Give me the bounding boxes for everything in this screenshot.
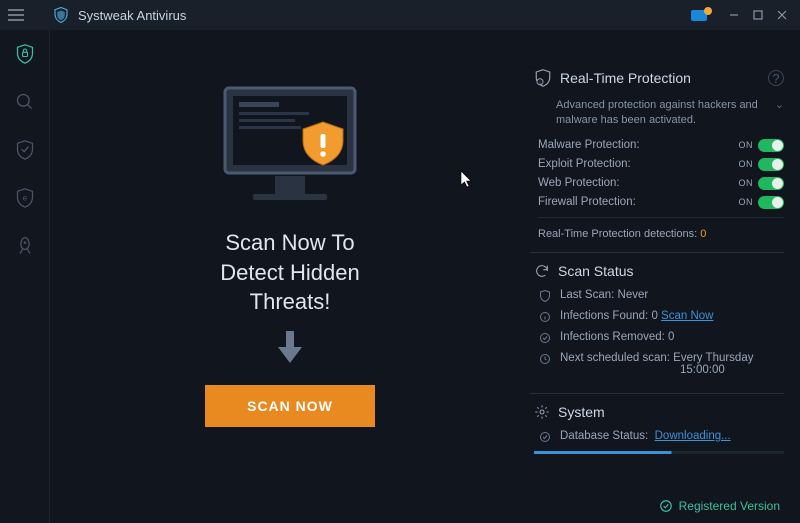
- check-circle-icon: [538, 430, 552, 444]
- malware-protection-row: Malware Protection: ON: [538, 139, 784, 152]
- svg-text:e: e: [22, 193, 27, 203]
- sidebar-item-shield[interactable]: [0, 126, 50, 174]
- rtp-detections-count: 0: [700, 228, 706, 240]
- rtp-description: Advanced protection against hackers and …: [556, 98, 784, 129]
- scan-status-panel: Scan Status Last Scan: Never Infections …: [530, 252, 784, 393]
- clock-icon: [538, 352, 552, 366]
- minimize-button[interactable]: [724, 5, 744, 25]
- scan-now-button[interactable]: SCAN NOW: [205, 385, 375, 427]
- exploit-toggle[interactable]: [758, 158, 784, 171]
- check-circle-icon: [538, 331, 552, 345]
- refresh-icon: [534, 263, 550, 279]
- firewall-protection-row: Firewall Protection: ON: [538, 196, 784, 209]
- web-protection-row: Web Protection: ON: [538, 177, 784, 190]
- next-scan-row: Next scheduled scan: Every Thursday 15:0…: [538, 352, 784, 376]
- app-title: Systweak Antivirus: [78, 8, 186, 23]
- infections-found-row: Infections Found: 0 Scan Now: [538, 310, 784, 324]
- gear-icon: [534, 404, 550, 420]
- last-scan-row: Last Scan: Never: [538, 289, 784, 303]
- malware-toggle[interactable]: [758, 139, 784, 152]
- database-status-row: Database Status: Downloading...: [538, 430, 784, 444]
- close-button[interactable]: [772, 5, 792, 25]
- svg-text:i: i: [540, 80, 541, 85]
- system-title: System: [558, 404, 784, 420]
- firewall-toggle[interactable]: [758, 196, 784, 209]
- sidebar-item-scan[interactable]: [0, 78, 50, 126]
- exploit-protection-row: Exploit Protection: ON: [538, 158, 784, 171]
- sidebar-item-quarantine[interactable]: e: [0, 174, 50, 222]
- rtp-detections: Real-Time Protection detections: 0: [538, 217, 784, 240]
- chevron-down-icon[interactable]: ⌄: [775, 98, 784, 113]
- headline-line2: Detect Hidden: [220, 258, 359, 288]
- maximize-button[interactable]: [748, 5, 768, 25]
- right-panel: i Real-Time Protection ? Advanced protec…: [530, 30, 800, 523]
- sidebar: e: [0, 30, 50, 523]
- infections-removed-row: Infections Removed: 0: [538, 331, 784, 345]
- titlebar: Systweak Antivirus: [0, 0, 800, 30]
- sidebar-item-protection[interactable]: [0, 30, 50, 78]
- shield-alert-icon: i: [534, 68, 552, 88]
- realtime-protection-panel: i Real-Time Protection ? Advanced protec…: [530, 68, 784, 252]
- headline: Scan Now To Detect Hidden Threats!: [220, 228, 359, 317]
- headline-line3: Threats!: [220, 287, 359, 317]
- check-circle-icon: [659, 499, 673, 513]
- shield-check-icon: [538, 289, 552, 303]
- system-panel: System Database Status: Downloading...: [530, 393, 784, 464]
- down-arrow-icon: [274, 329, 306, 365]
- mouse-cursor-icon: [460, 170, 474, 188]
- download-progress-bar: [534, 451, 784, 454]
- scan-status-title: Scan Status: [558, 263, 784, 279]
- hamburger-menu[interactable]: [8, 0, 24, 30]
- sidebar-item-boost[interactable]: [0, 222, 50, 270]
- rtp-title: Real-Time Protection: [560, 70, 768, 86]
- app-logo-icon: [52, 6, 70, 24]
- monitor-illustration: [205, 80, 375, 210]
- offer-badge-icon[interactable]: [690, 7, 714, 23]
- main-panel: Scan Now To Detect Hidden Threats! SCAN …: [50, 30, 530, 523]
- help-icon[interactable]: ?: [768, 70, 784, 86]
- info-icon: [538, 310, 552, 324]
- web-toggle[interactable]: [758, 177, 784, 190]
- headline-line1: Scan Now To: [220, 228, 359, 258]
- scan-now-link[interactable]: Scan Now: [661, 310, 713, 322]
- database-status-value[interactable]: Downloading...: [655, 430, 731, 442]
- registered-badge: Registered Version: [659, 499, 780, 513]
